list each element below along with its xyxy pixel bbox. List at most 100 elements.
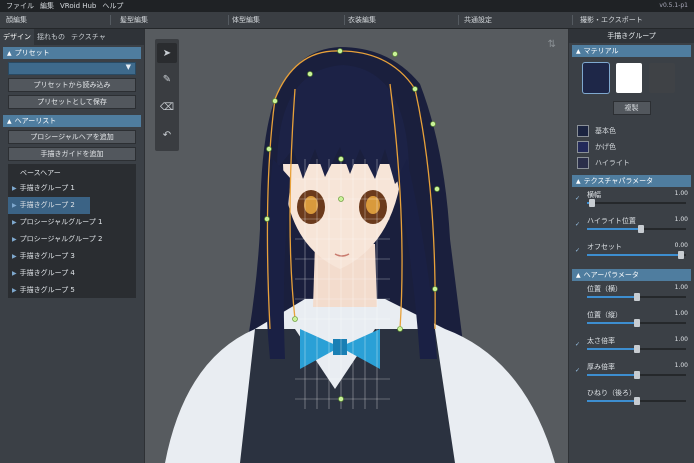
color-row[interactable]: ハイライト — [569, 155, 694, 171]
slider-handle[interactable] — [633, 371, 640, 379]
slider-track[interactable] — [587, 397, 686, 405]
add-procedural-hair-button[interactable]: プロシージャルヘアを追加 — [8, 130, 136, 144]
slider-handle[interactable] — [633, 319, 640, 327]
tree-item[interactable]: ▶ プロシージャルグループ 1 — [8, 214, 136, 231]
param-value[interactable]: 1.00 — [675, 216, 688, 223]
add-guide-button[interactable]: 手描きガイドを追加 — [8, 147, 136, 161]
tab-export[interactable]: 撮影・エクスポート — [580, 15, 643, 25]
menu-help[interactable]: ヘルプ — [102, 1, 123, 11]
preset-section-header[interactable]: ▲ プリセット — [3, 47, 141, 59]
cursor-icon[interactable]: ➤ — [157, 43, 177, 63]
preset-dropdown[interactable]: ▼ — [8, 62, 136, 75]
slider-track[interactable] — [587, 251, 686, 259]
slider-handle[interactable] — [633, 397, 640, 405]
pen-icon[interactable]: ✎ — [157, 69, 177, 89]
checkbox[interactable]: ✓ — [575, 221, 581, 228]
checkbox[interactable] — [575, 393, 581, 399]
hair-section-header[interactable]: ▲ ヘアーパラメータ — [572, 269, 691, 281]
color-swatch[interactable] — [577, 141, 589, 153]
slider-handle[interactable] — [678, 251, 685, 259]
undo-icon[interactable]: ↶ — [157, 125, 177, 145]
tree-item-label: 手描きグループ 2 — [19, 201, 75, 209]
tab-face[interactable]: 顔編集 — [6, 15, 27, 25]
menu-vroid-hub[interactable]: VRoid Hub — [60, 2, 96, 10]
tab-common[interactable]: 共通設定 — [464, 15, 492, 25]
subtab-design[interactable]: デザイン — [0, 29, 34, 45]
menu-edit[interactable]: 編集 — [40, 1, 54, 11]
color-row[interactable]: 基本色 — [569, 123, 694, 139]
slider-track[interactable] — [587, 293, 686, 301]
color-swatch[interactable] — [577, 125, 589, 137]
param-value[interactable]: 1.00 — [675, 362, 688, 369]
texture-section-header[interactable]: ▲ テクスチャパラメータ — [572, 175, 691, 187]
param-label: オフセット — [587, 243, 622, 251]
param-value[interactable]: 1.00 — [675, 190, 688, 197]
section-title: ヘアーパラメータ — [583, 271, 639, 279]
tree-item[interactable]: ▶ 手描きグループ 5 — [8, 282, 136, 299]
tree-item-selected[interactable]: ▶ 手描きグループ 2 — [8, 197, 90, 214]
slider-handle[interactable] — [588, 199, 595, 207]
slider-handle[interactable] — [638, 225, 645, 233]
slider-track[interactable] — [587, 319, 686, 327]
param-slider-row: ✓ ハイライト位置 1.00 — [569, 213, 694, 239]
eraser-icon[interactable]: ⌫ — [157, 97, 177, 117]
color-label: 基本色 — [595, 127, 616, 135]
material-section-header[interactable]: ▲ マテリアル — [572, 45, 691, 57]
material-swatch[interactable] — [649, 63, 675, 93]
3d-viewport[interactable]: ➤ ✎ ⌫ ↶ ⇅ — [145, 29, 568, 463]
save-preset-button[interactable]: プリセットとして保存 — [8, 95, 136, 109]
subtab-physics[interactable]: 揺れもの — [34, 29, 68, 45]
menu-file[interactable]: ファイル — [6, 1, 34, 11]
character-render — [165, 47, 555, 463]
duplicate-button[interactable]: 複製 — [612, 101, 651, 115]
tree-item-label: プロシージャルグループ 1 — [19, 218, 103, 226]
tree-item[interactable]: ▶ プロシージャルグループ 2 — [8, 231, 136, 248]
param-value[interactable]: 1.00 — [675, 284, 688, 291]
tab-body[interactable]: 体型編集 — [232, 15, 260, 25]
slider-track[interactable] — [587, 199, 686, 207]
slider-track[interactable] — [587, 345, 686, 353]
checkbox[interactable]: ✓ — [575, 367, 581, 374]
tree-item[interactable]: ▶ 手描きグループ 1 — [8, 180, 136, 197]
slider-track[interactable] — [587, 371, 686, 379]
checkbox[interactable] — [575, 315, 581, 321]
subtab-texture[interactable]: テクスチャ — [68, 29, 109, 45]
checkbox[interactable] — [575, 289, 581, 295]
tab-separator — [572, 15, 573, 25]
view-mode-icon[interactable]: ⇅ — [548, 39, 556, 50]
param-label: 太さ倍率 — [587, 337, 615, 345]
slider-fill — [587, 374, 637, 376]
tree-item[interactable]: ▶ 手描きグループ 4 — [8, 265, 136, 282]
expand-arrow-icon[interactable]: ▶ — [12, 287, 17, 294]
expand-arrow-icon[interactable]: ▶ — [12, 219, 17, 226]
hairlist-section-header[interactable]: ▲ ヘアーリスト — [3, 115, 141, 127]
material-swatch[interactable] — [616, 63, 642, 93]
tree-item[interactable]: ベースヘアー — [8, 166, 136, 180]
tree-item[interactable]: ▶ 手描きグループ 3 — [8, 248, 136, 265]
collapse-triangle-icon: ▲ — [7, 49, 12, 57]
color-swatch[interactable] — [577, 157, 589, 169]
param-slider-row: ✓ 横幅 1.00 — [569, 187, 694, 213]
material-swatch[interactable] — [583, 63, 609, 93]
load-preset-button[interactable]: プリセットから読み込み — [8, 78, 136, 92]
checkbox[interactable]: ✓ — [575, 247, 581, 254]
slider-handle[interactable] — [633, 293, 640, 301]
tab-outfit[interactable]: 衣装編集 — [348, 15, 376, 25]
expand-arrow-icon[interactable]: ▶ — [12, 270, 17, 277]
param-slider-row: ✓ 太さ倍率 1.00 — [569, 333, 694, 359]
tab-separator — [458, 15, 459, 25]
tab-hair[interactable]: 髪型編集 — [120, 15, 148, 25]
color-row[interactable]: かげ色 — [569, 139, 694, 155]
expand-arrow-icon[interactable]: ▶ — [12, 236, 17, 243]
checkbox[interactable]: ✓ — [575, 341, 581, 348]
checkbox[interactable]: ✓ — [575, 195, 581, 202]
slider-handle[interactable] — [633, 345, 640, 353]
expand-arrow-icon[interactable]: ▶ — [12, 185, 17, 192]
param-value[interactable]: 1.00 — [675, 336, 688, 343]
expand-arrow-icon[interactable]: ▶ — [12, 202, 17, 209]
param-value[interactable]: 1.00 — [675, 310, 688, 317]
expand-arrow-icon[interactable]: ▶ — [12, 253, 17, 260]
chevron-down-icon: ▼ — [125, 63, 131, 71]
param-value[interactable]: 0.00 — [675, 242, 688, 249]
slider-track[interactable] — [587, 225, 686, 233]
